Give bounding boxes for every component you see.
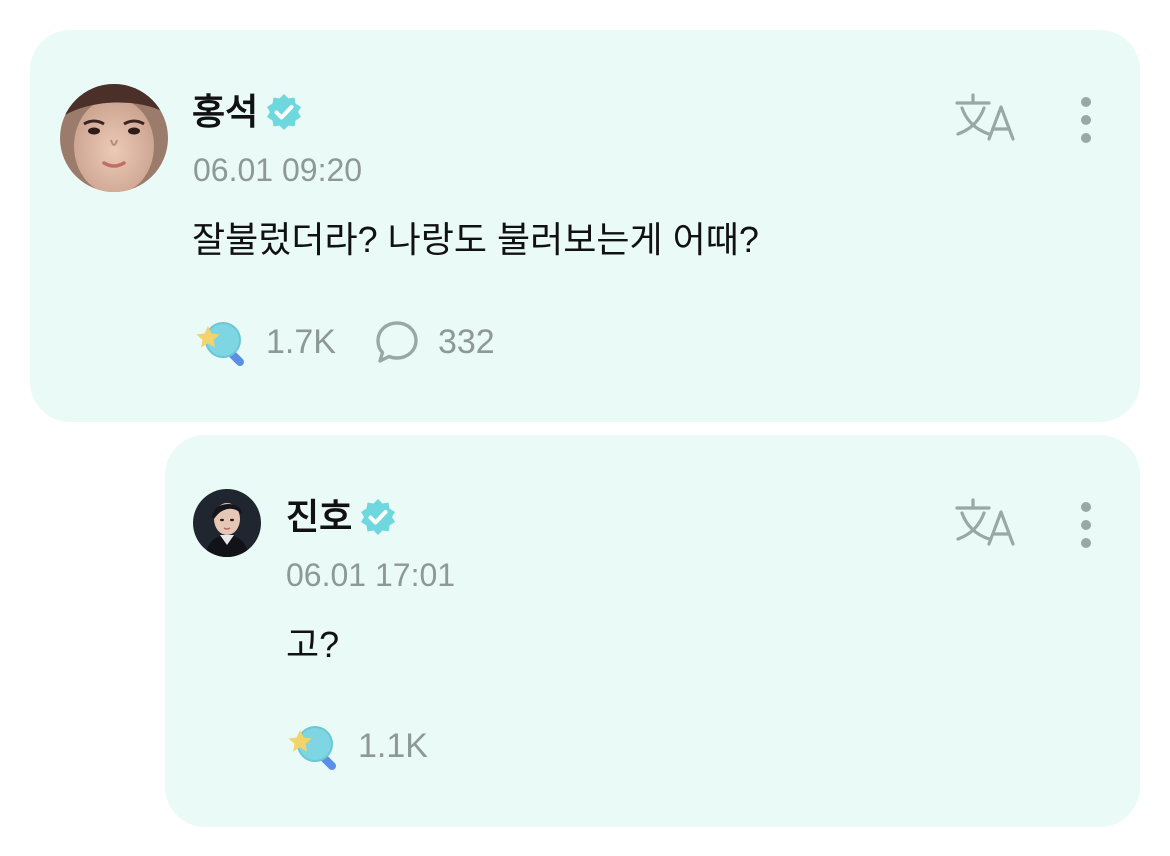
translate-icon[interactable] bbox=[955, 497, 1017, 549]
cheer-count: 1.7K bbox=[266, 323, 336, 361]
translate-icon[interactable] bbox=[955, 92, 1017, 144]
author-row: 진호 bbox=[286, 493, 398, 541]
cheer-button[interactable]: 1.1K bbox=[286, 720, 428, 772]
author-name[interactable]: 진호 bbox=[286, 493, 352, 541]
verified-badge-icon bbox=[264, 92, 304, 132]
cheer-count: 1.1K bbox=[358, 727, 428, 765]
post-text: 잘불렀더라? 나랑도 불러보는게 어때? bbox=[192, 219, 759, 260]
comment-count: 332 bbox=[437, 323, 495, 361]
avatar[interactable] bbox=[193, 489, 261, 557]
star-wand-icon bbox=[286, 720, 338, 772]
kebab-menu-icon[interactable] bbox=[1080, 96, 1092, 144]
star-wand-icon bbox=[194, 316, 246, 368]
post-timestamp: 06.01 09:20 bbox=[193, 152, 363, 188]
cheer-button[interactable]: 1.7K bbox=[194, 316, 336, 368]
post-card[interactable]: 홍석 06.01 09:20 잘불렀더라? 나랑도 불러보는게 어때? 1.7K… bbox=[30, 30, 1140, 422]
author-row: 홍석 bbox=[192, 88, 304, 136]
avatar[interactable] bbox=[60, 84, 168, 192]
comment-button[interactable]: 332 bbox=[374, 319, 495, 365]
kebab-menu-icon[interactable] bbox=[1080, 501, 1092, 549]
reply-text: 고? bbox=[286, 624, 340, 665]
reply-stats: 1.1K bbox=[286, 720, 428, 772]
reply-timestamp: 06.01 17:01 bbox=[286, 557, 456, 593]
verified-badge-icon bbox=[358, 497, 398, 537]
speech-bubble-icon bbox=[374, 319, 420, 365]
author-name[interactable]: 홍석 bbox=[192, 88, 258, 136]
reply-card[interactable]: 진호 06.01 17:01 고? 1.1K bbox=[165, 435, 1140, 827]
post-stats: 1.7K 332 bbox=[194, 316, 495, 368]
